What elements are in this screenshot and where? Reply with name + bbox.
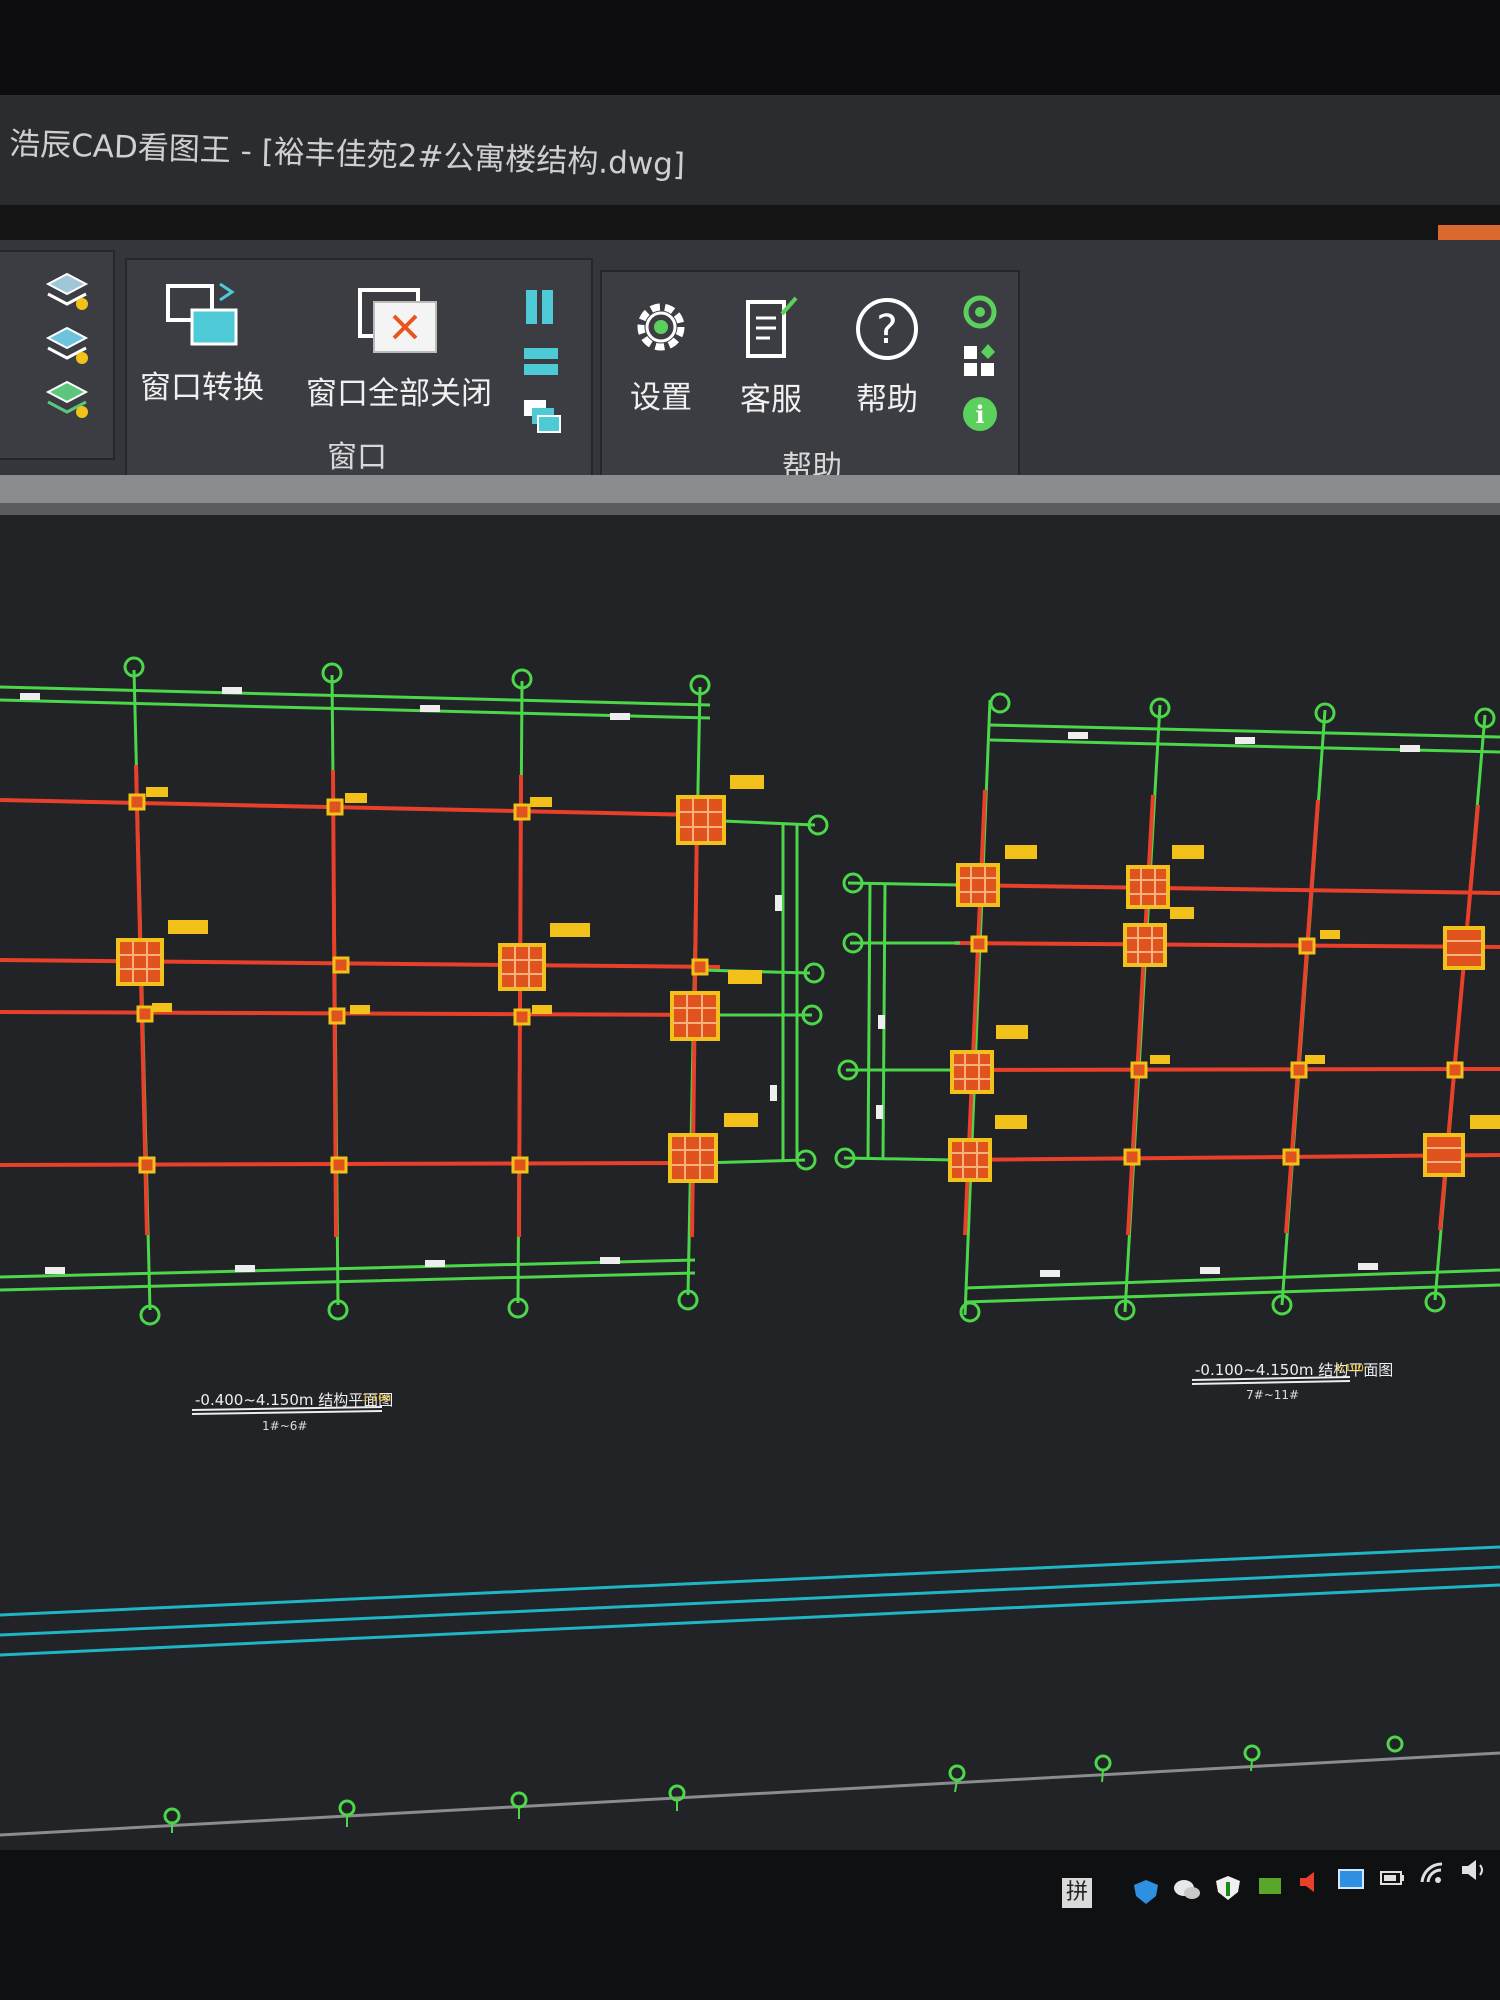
elevation-line	[0, 1545, 1500, 1657]
monitor-bezel	[0, 0, 1500, 95]
document-edit-icon	[746, 296, 798, 358]
window-group: 窗口转换 窗口全部关闭 窗口	[125, 258, 593, 478]
left-plan-subtitle: 1#~6#	[262, 1419, 307, 1433]
speaker-red-icon[interactable]	[1296, 1868, 1324, 1896]
network-monitor-icon[interactable]	[1336, 1866, 1364, 1894]
ime-indicator[interactable]: 拼	[1062, 1878, 1092, 1908]
info-icon[interactable]: i	[960, 394, 1000, 434]
help-button[interactable]: ? 帮助	[842, 294, 932, 419]
cad-drawing: -0.400~4.150m 结构平面图 1:100 1#~6# -0.100~4…	[0, 656, 1500, 1837]
column	[1123, 923, 1167, 967]
cascade-icon[interactable]	[522, 398, 562, 434]
window-switch-button[interactable]: 窗口转换	[137, 280, 267, 407]
settings-button[interactable]: 设置	[616, 292, 706, 417]
axis-line	[0, 685, 711, 720]
column-tags	[146, 775, 764, 1127]
tile-horizontal-icon[interactable]	[522, 344, 562, 380]
column-nodes	[970, 935, 1464, 1166]
axis-bubbles	[163, 1735, 1404, 1825]
column	[948, 1138, 992, 1182]
right-structural-plan	[834, 692, 1500, 1323]
wechat-icon[interactable]	[1172, 1876, 1200, 1904]
column	[1126, 865, 1170, 909]
left-plan-caption: -0.400~4.150m 结构平面图 1:100 1#~6#	[191, 1391, 393, 1433]
battery-icon[interactable]	[1378, 1864, 1406, 1892]
column	[1443, 926, 1485, 970]
close-all-windows-icon	[358, 288, 437, 353]
axis-line	[0, 1258, 696, 1292]
customer-service-label: 客服	[740, 382, 802, 418]
axis-bubbles	[123, 656, 829, 1326]
axis-line	[843, 881, 961, 1162]
column	[950, 1050, 994, 1094]
window-group-label: 窗口	[327, 440, 387, 475]
left-structural-plan	[0, 656, 829, 1326]
layers-icon[interactable]	[44, 378, 90, 422]
tab-strip-shadow	[0, 503, 1500, 515]
tile-vertical-icon[interactable]	[522, 288, 558, 328]
close-all-windows-button[interactable]: 窗口全部关闭	[299, 286, 499, 413]
beam-line	[0, 798, 721, 1167]
apps-icon[interactable]	[960, 342, 1000, 382]
layers-icon[interactable]	[44, 270, 90, 314]
layer-group	[0, 250, 115, 460]
column	[668, 1133, 718, 1183]
taskbar: 拼	[0, 1850, 1500, 2000]
axis-line	[781, 825, 799, 1160]
column	[676, 795, 726, 845]
gear-icon	[637, 303, 685, 351]
settings-label: 设置	[630, 380, 692, 416]
column	[956, 863, 1000, 907]
dimension-labels	[876, 732, 1420, 1277]
tab-strip	[0, 475, 1500, 503]
layers-icon[interactable]	[44, 324, 90, 368]
column	[116, 938, 164, 986]
section-line	[0, 1751, 1500, 1837]
close-all-windows-label: 窗口全部关闭	[306, 376, 492, 412]
customer-service-button[interactable]: 客服	[726, 294, 816, 419]
refresh-icon[interactable]	[960, 292, 1000, 332]
column	[1423, 1133, 1465, 1177]
right-plan-caption: -0.100~4.150m 结构平面图 1:100 7#~11#	[1191, 1361, 1393, 1402]
column	[670, 991, 720, 1041]
column-nodes	[128, 793, 709, 1174]
nvidia-icon[interactable]	[1256, 1872, 1284, 1900]
axis-bubbles	[834, 692, 1496, 1323]
right-plan-subtitle: 7#~11#	[1246, 1388, 1299, 1402]
window-switch-label: 窗口转换	[140, 370, 264, 406]
security-icon[interactable]	[1214, 1874, 1242, 1902]
ribbon-toolbar: 窗口转换 窗口全部关闭 窗口 设置 客服 ? 帮助 i 帮助	[0, 240, 1500, 490]
help-group: 设置 客服 ? 帮助 i 帮助	[600, 270, 1020, 490]
wifi-icon[interactable]	[1418, 1860, 1446, 1888]
window-switch-icon	[166, 282, 238, 346]
help-label: 帮助	[856, 382, 918, 418]
right-plan-scale: 1:100	[1335, 1363, 1364, 1374]
svg-text:i: i	[975, 400, 984, 429]
question-icon: ?	[856, 298, 918, 360]
drawing-canvas[interactable]: -0.400~4.150m 结构平面图 1:100 1#~6# -0.100~4…	[0, 515, 1500, 1850]
column	[498, 943, 546, 991]
left-plan-scale: 1:100	[362, 1393, 391, 1404]
svg-text:?: ?	[876, 307, 897, 353]
volume-icon[interactable]	[1458, 1856, 1486, 1884]
shield-icon[interactable]	[1132, 1878, 1160, 1906]
beam-line	[947, 883, 1500, 1162]
beam-line	[963, 789, 1480, 1236]
